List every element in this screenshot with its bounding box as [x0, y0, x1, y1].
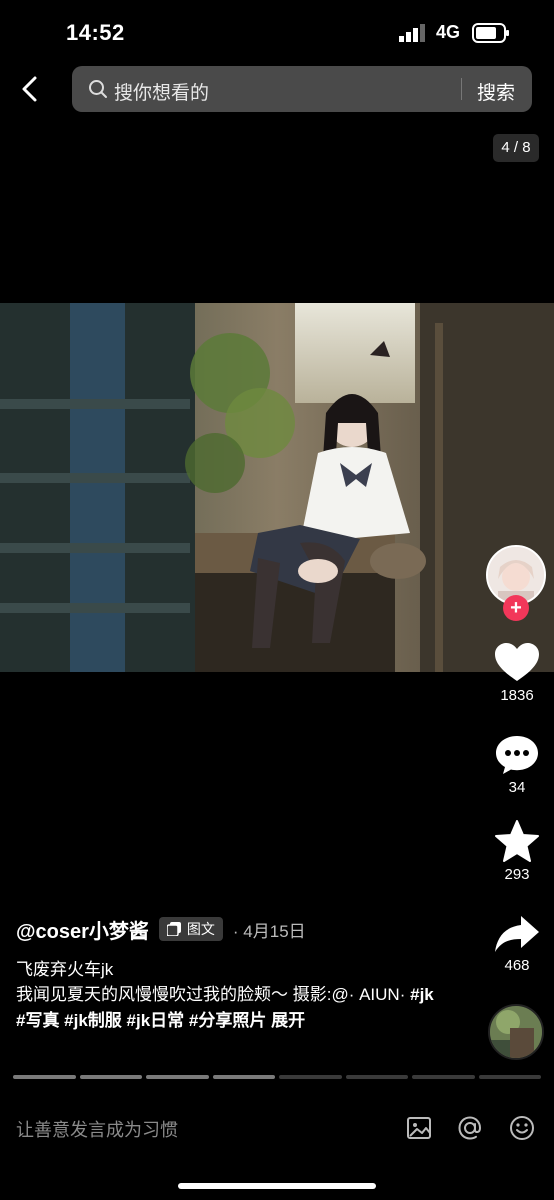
progress-segment	[478, 1075, 541, 1079]
at-icon[interactable]	[456, 1114, 484, 1142]
post-title: 飞废弃火车jk	[16, 960, 114, 979]
progress-segment	[212, 1075, 275, 1079]
post-date: · 4月15日	[233, 917, 306, 942]
like-count: 1836	[500, 687, 534, 704]
search-placeholder: 搜你想看的	[114, 83, 210, 104]
network-type: 4G	[436, 22, 461, 42]
comment-count: 34	[508, 779, 526, 796]
music-disc[interactable]	[488, 1004, 544, 1060]
favorite-action[interactable]: 293	[486, 820, 548, 883]
favorite-count: 293	[504, 866, 530, 883]
progress-segment	[279, 1075, 342, 1079]
search-icon	[89, 80, 107, 98]
follow-button[interactable]: +	[503, 595, 529, 621]
music-disc-image	[490, 1006, 542, 1058]
author-line: @coser小梦酱 图文 · 4月15日	[16, 914, 476, 944]
date-separator: ·	[232, 921, 239, 941]
progress-segment	[412, 1075, 475, 1079]
search-input[interactable]: 搜你想看的 搜索	[72, 66, 532, 112]
post-image[interactable]	[0, 303, 554, 672]
image-icon[interactable]	[405, 1114, 433, 1142]
description-text: 我闻见夏天的风慢慢吹过我的脸颊～ 摄影:@· AIUN·	[16, 985, 406, 1004]
slide-progress	[13, 1075, 541, 1079]
comment-bar: 让善意发言成为习惯	[0, 1104, 554, 1154]
date-text: 4月15日	[243, 921, 306, 941]
comment-action[interactable]: 34	[486, 735, 548, 796]
battery-icon	[472, 23, 509, 43]
comment-icon[interactable]	[495, 735, 539, 775]
status-time: 14:52	[66, 20, 125, 45]
home-indicator	[178, 1183, 376, 1189]
post-type-label: 图文	[186, 921, 215, 937]
page-counter: 4 / 8	[493, 134, 539, 162]
post-description: 我闻见夏天的风慢慢吹过我的脸颊～ 摄影:@· AIUN· #jk #写真 #jk…	[16, 982, 436, 1034]
post-caption: @coser小梦酱 图文 · 4月15日 飞废弃火车jk 我闻见夏天的风慢慢吹过…	[16, 914, 476, 1034]
emoji-icon[interactable]	[508, 1114, 536, 1142]
share-action[interactable]: 468	[486, 915, 548, 974]
post-type-badge: 图文	[158, 917, 223, 941]
gallery-icon	[166, 922, 181, 936]
post-image-scene	[0, 303, 554, 672]
progress-segment	[146, 1075, 209, 1079]
top-bar: 搜你想看的 搜索	[0, 64, 554, 114]
signal-icon	[399, 24, 425, 42]
share-arrow-icon[interactable]	[494, 915, 540, 953]
like-action[interactable]: 1836	[486, 643, 548, 704]
expand-button[interactable]: 展开	[271, 1011, 305, 1030]
progress-segment	[79, 1075, 142, 1079]
comment-input[interactable]: 让善意发言成为习惯	[16, 1116, 178, 1142]
search-divider	[461, 78, 462, 100]
progress-segment	[345, 1075, 408, 1079]
back-arrow-icon[interactable]	[16, 74, 46, 104]
search-button[interactable]: 搜索	[477, 78, 515, 105]
author-name[interactable]: @coser小梦酱	[16, 915, 149, 944]
share-count: 468	[504, 957, 530, 974]
star-icon[interactable]	[495, 820, 539, 862]
heart-icon[interactable]	[495, 643, 539, 683]
status-bar: 14:52 4G	[0, 0, 554, 62]
progress-segment	[13, 1075, 76, 1079]
